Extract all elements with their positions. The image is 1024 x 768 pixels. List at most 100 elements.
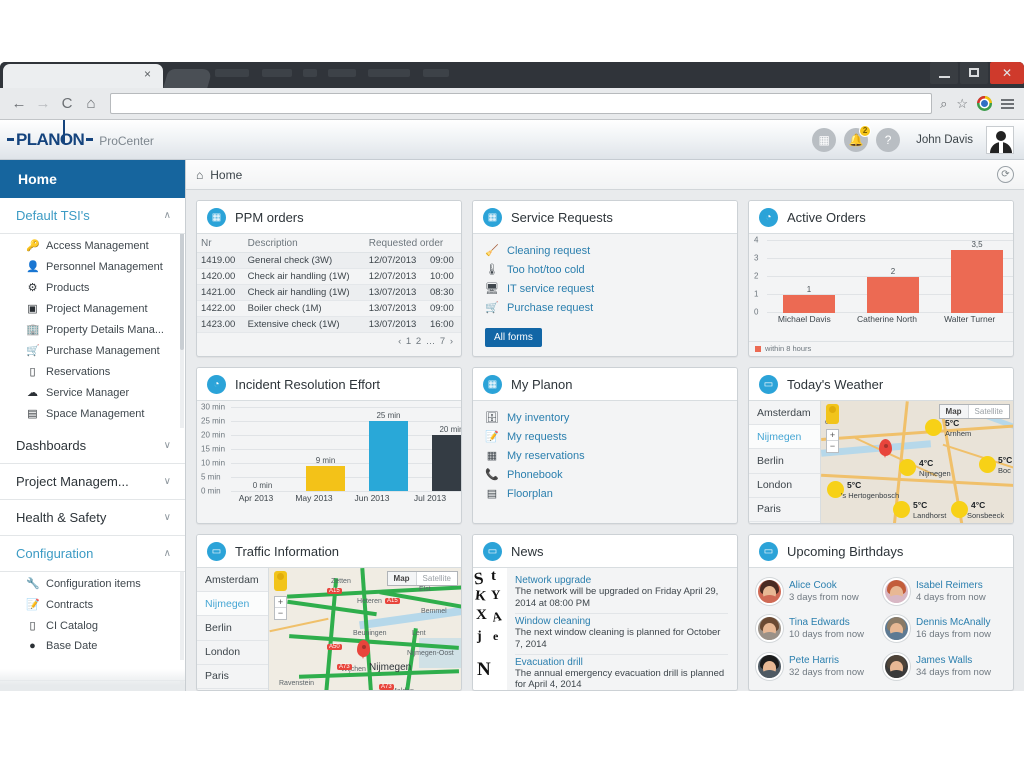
bell-icon[interactable]: 🔔 2 (844, 124, 872, 152)
column-header-nr[interactable]: Nr (197, 234, 244, 253)
list-item[interactable]: Alice Cook 3 days from now (756, 574, 879, 609)
news-title[interactable]: Evacuation drill (515, 657, 728, 668)
sidebar-item-project-management[interactable]: ▣ Project Management (0, 298, 185, 319)
bar-group[interactable]: 9 min (294, 407, 357, 491)
sidebar-item-products[interactable]: ⚙ Products (0, 277, 185, 298)
bar[interactable] (950, 250, 1004, 313)
forward-button[interactable]: → (32, 93, 54, 115)
bar[interactable] (368, 421, 409, 491)
sidebar-group-header-configuration[interactable]: Configuration ∧ (0, 536, 185, 572)
back-button[interactable]: ← (8, 93, 30, 115)
breadcrumb-label[interactable]: Home (210, 168, 242, 182)
table-row[interactable]: 1423.00 Extensive check (1W) 13/07/2013 … (197, 316, 461, 333)
sidebar-item-reservations[interactable]: ▯ Reservations (0, 361, 185, 382)
bar[interactable] (431, 435, 461, 491)
list-item[interactable]: Tina Edwards 10 days from now (756, 611, 879, 646)
bar-group[interactable]: 1 (767, 240, 851, 313)
bar-group[interactable]: 25 min (357, 407, 420, 491)
bar-group[interactable]: 20 min (420, 407, 461, 491)
pagination[interactable]: ‹ 1 2 … 7 › (197, 333, 461, 347)
link-floorplan[interactable]: ▤ Floorplan (485, 484, 725, 503)
map-type-switch[interactable]: Map Satellite (938, 404, 1010, 419)
refresh-icon[interactable]: ⟳ (997, 166, 1014, 183)
map-type-switch[interactable]: Map Satellite (386, 571, 458, 586)
city-london[interactable]: London (197, 641, 268, 665)
zoom-out-button[interactable]: − (827, 441, 838, 452)
map-zoom-controls[interactable]: + − (274, 596, 287, 620)
list-item[interactable]: Pete Harris 32 days from now (756, 649, 879, 684)
sidebar-item-contracts[interactable]: 📝 Contracts (0, 594, 185, 615)
zoom-in-button[interactable]: + (275, 597, 286, 608)
sidebar-group-header-default-tsis[interactable]: Default TSI's ∧ (0, 198, 185, 234)
minimize-button[interactable] (930, 62, 958, 84)
pegman-icon[interactable] (274, 571, 287, 591)
sidebar-item-purchase-management[interactable]: 🛒 Purchase Management (0, 340, 185, 361)
bar[interactable] (782, 295, 836, 313)
sidebar-item-property-details-management[interactable]: 🏢 Property Details Mana... (0, 319, 185, 340)
zoom-out-button[interactable]: − (275, 608, 286, 619)
column-header-description[interactable]: Description (243, 234, 365, 253)
news-title[interactable]: Window cleaning (515, 616, 728, 627)
grid-icon[interactable]: ▦ (812, 127, 837, 152)
sidebar-group-header-dashboards[interactable]: Dashboards ∨ (0, 428, 185, 464)
table-row[interactable]: 1421.00 Check air handling (1W) 13/07/20… (197, 284, 461, 301)
table-row[interactable]: 1422.00 Boiler check (1M) 13/07/2013 09:… (197, 300, 461, 317)
city-berlin[interactable]: Berlin (749, 449, 820, 474)
news-title[interactable]: Network upgrade (515, 575, 728, 586)
pegman-icon[interactable] (826, 404, 839, 424)
person-name[interactable]: Alice Cook (789, 580, 859, 592)
news-item[interactable]: Window cleaning The next window cleaning… (515, 614, 728, 655)
sidebar-item-ci-catalog[interactable]: ▯ CI Catalog (0, 615, 185, 636)
browser-tab[interactable]: × (3, 64, 163, 88)
list-item[interactable]: Dennis McAnally 16 days from now (883, 611, 1006, 646)
browser-menu-icon[interactable] (1001, 97, 1014, 111)
list-item[interactable]: James Walls 34 days from now (883, 649, 1006, 684)
bar-group[interactable]: 3,5 (935, 240, 1013, 313)
link-purchase-request[interactable]: 🛒 Purchase request (485, 298, 725, 317)
map-button[interactable]: Map (939, 405, 968, 418)
bar[interactable] (305, 466, 346, 491)
person-name[interactable]: Isabel Reimers (916, 580, 986, 592)
city-london[interactable]: London (749, 474, 820, 498)
zoom-icon[interactable]: ⌕ (940, 96, 947, 112)
sidebar-group-header-health-safety[interactable]: Health & Safety ∨ (0, 500, 185, 536)
map-zoom-controls[interactable]: + − (826, 429, 839, 453)
table-row[interactable]: 1419.00 General check (3W) 12/07/2013 09… (197, 252, 461, 269)
map-pin-icon[interactable] (357, 640, 370, 659)
address-bar[interactable] (110, 93, 933, 114)
city-paris[interactable]: Paris (749, 498, 820, 522)
sidebar-scroll[interactable]: Default TSI's ∧ 🔑 Access Management 👤 Pe… (0, 198, 185, 691)
sidebar-item-personnel-management[interactable]: 👤 Personnel Management (0, 256, 185, 277)
map-button[interactable]: Map (387, 572, 416, 585)
table-row[interactable]: 1420.00 Check air handling (1W) 12/07/20… (197, 268, 461, 285)
list-item[interactable]: Isabel Reimers 4 days from now (883, 574, 1006, 609)
city-amsterdam[interactable]: Amsterdam (749, 401, 820, 426)
news-item[interactable]: Evacuation drill The annual emergency ev… (515, 655, 728, 691)
person-name[interactable]: Dennis McAnally (916, 617, 991, 629)
bar[interactable] (866, 277, 920, 313)
link-too-hot-too-cold[interactable]: 🌡 Too hot/too cold (485, 260, 725, 279)
city-nijmegen[interactable]: Nijmegen (197, 592, 268, 617)
link-my-reservations[interactable]: ▦ My reservations (485, 446, 725, 465)
maximize-button[interactable] (960, 62, 988, 84)
help-icon[interactable]: ? (876, 127, 901, 152)
column-header-requested-order[interactable]: Requested order (364, 234, 461, 253)
satellite-button[interactable]: Satellite (415, 572, 457, 585)
close-tab-icon[interactable]: × (144, 68, 151, 80)
satellite-button[interactable]: Satellite (967, 405, 1009, 418)
close-window-button[interactable]: ✕ (990, 62, 1024, 84)
sidebar-item-service-manager[interactable]: ☁ Service Manager (0, 382, 185, 403)
person-name[interactable]: Pete Harris (789, 655, 864, 667)
brand[interactable]: PLANON ProCenter (6, 120, 154, 150)
sidebar-item-base-date[interactable]: ● Base Date (0, 636, 185, 656)
avatar[interactable] (986, 125, 1014, 154)
city-nijmegen[interactable]: Nijmegen (749, 425, 820, 450)
link-my-requests[interactable]: 📝 My requests (485, 427, 725, 446)
sidebar-item-space-management[interactable]: ▤ Space Management (0, 403, 185, 424)
bar-group[interactable]: 0 min (231, 407, 294, 491)
city-amsterdam[interactable]: Amsterdam (197, 568, 268, 593)
news-item[interactable]: Network upgrade The network will be upgr… (515, 573, 728, 614)
person-name[interactable]: Tina Edwards (789, 617, 864, 629)
reload-icon[interactable]: C (56, 93, 78, 115)
link-phonebook[interactable]: 📞 Phonebook (485, 465, 725, 484)
